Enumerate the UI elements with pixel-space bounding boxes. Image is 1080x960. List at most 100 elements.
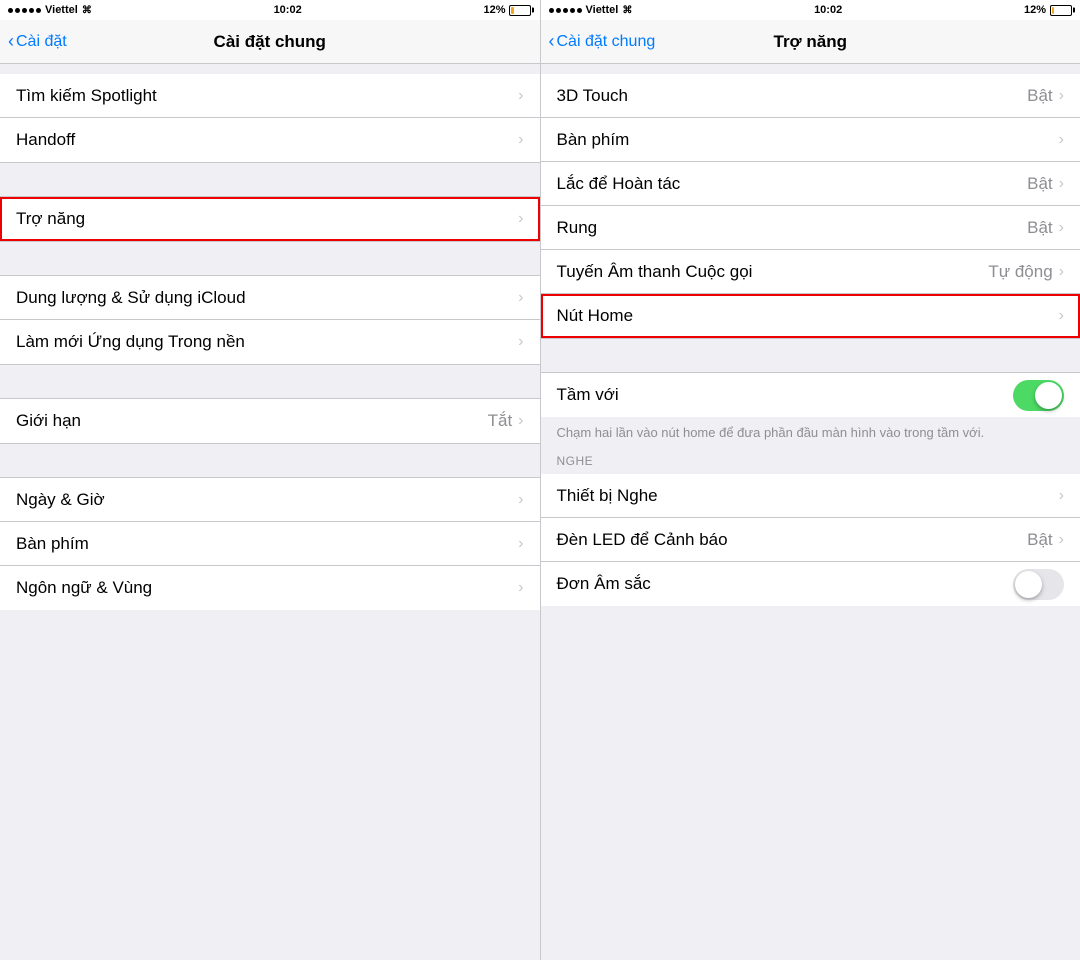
rung-label: Rung <box>557 218 1028 238</box>
right-content: 3D Touch Bật › Bàn phím › Lắc để Hoàn tá… <box>541 64 1080 960</box>
chevron-spotlight-icon: › <box>518 87 523 105</box>
row-ngon-ngu[interactable]: Ngôn ngữ & Vùng › <box>0 566 540 610</box>
handoff-label: Handoff <box>16 130 518 150</box>
lac-de-label: Lắc để Hoàn tác <box>557 174 1028 194</box>
row-3d-touch[interactable]: 3D Touch Bật › <box>541 74 1080 118</box>
gap-4 <box>0 364 540 399</box>
gap-5 <box>0 443 540 478</box>
icloud-label: Dung lượng & Sử dụng iCloud <box>16 288 518 308</box>
group-right-1: 3D Touch Bật › Bàn phím › Lắc để Hoàn tá… <box>541 74 1080 338</box>
chevron-thiet-bi-nghe-icon: › <box>1059 487 1064 505</box>
thiet-bi-nghe-label: Thiết bị Nghe <box>557 486 1059 506</box>
nut-home-label: Nút Home <box>557 306 1059 326</box>
tam-voi-helper: Chạm hai lần vào nút home để đưa phần đầ… <box>541 417 1080 448</box>
chevron-lam-moi-icon: › <box>518 333 523 351</box>
row-rung[interactable]: Rung Bật › <box>541 206 1080 250</box>
tro-nang-label: Trợ năng <box>16 209 518 229</box>
chevron-back-right-icon: ‹ <box>549 31 555 52</box>
tam-voi-label: Tầm với <box>557 385 1014 405</box>
status-bar-left: Viettel ⌘ 10:02 12% <box>0 0 540 20</box>
nav-back-label-left: Cài đặt <box>16 33 67 51</box>
ban-phim-right-label: Bàn phím <box>557 130 1059 150</box>
group-nghe: Thiết bị Nghe › Đèn LED để Cảnh báo Bật … <box>541 474 1080 606</box>
den-led-value: Bật <box>1027 530 1053 550</box>
lam-moi-label: Làm mới Ứng dụng Trong nền <box>16 332 518 352</box>
row-tam-voi[interactable]: Tầm với <box>541 373 1080 417</box>
tuyen-am-label: Tuyến Âm thanh Cuộc gọi <box>557 262 989 282</box>
row-lac-de[interactable]: Lắc để Hoàn tác Bật › <box>541 162 1080 206</box>
group-spotlight-handoff: Tìm kiếm Spotlight › Handoff › <box>0 74 540 162</box>
nav-title-left: Cài đặt chung <box>214 32 326 52</box>
don-am-sac-toggle[interactable] <box>1013 569 1064 600</box>
nav-title-right: Trợ năng <box>774 32 847 52</box>
lac-de-value: Bật <box>1027 174 1053 194</box>
row-ngay-gio[interactable]: Ngày & Giờ › <box>0 478 540 522</box>
row-spotlight[interactable]: Tìm kiếm Spotlight › <box>0 74 540 118</box>
right-gap-2 <box>541 338 1080 373</box>
gioi-han-value: Tắt <box>488 411 513 431</box>
signal-icon-right <box>549 8 582 13</box>
group-gioi-han: Giới hạn Tắt › <box>0 399 540 443</box>
battery-pct-left: 12% <box>483 4 505 16</box>
chevron-rung-icon: › <box>1059 219 1064 237</box>
toggle-knob <box>1035 382 1062 409</box>
carrier-left: Viettel <box>45 4 78 16</box>
status-right-left: 12% <box>483 4 531 16</box>
nav-back-left[interactable]: ‹ Cài đặt <box>8 31 67 52</box>
row-lam-moi[interactable]: Làm mới Ứng dụng Trong nền › <box>0 320 540 364</box>
tam-voi-toggle[interactable] <box>1013 380 1064 411</box>
row-thiet-bi-nghe[interactable]: Thiết bị Nghe › <box>541 474 1080 518</box>
right-panel: Viettel ⌘ 10:02 12% ‹ Cài đặt chung Trợ … <box>541 0 1080 960</box>
nav-back-label-right: Cài đặt chung <box>557 33 656 51</box>
row-ban-phim-left[interactable]: Bàn phím › <box>0 522 540 566</box>
group-icloud: Dung lượng & Sử dụng iCloud › Làm mới Ứn… <box>0 276 540 364</box>
time-right: 10:02 <box>814 4 842 16</box>
status-left: Viettel ⌘ <box>8 4 92 16</box>
ban-phim-left-label: Bàn phím <box>16 534 518 554</box>
chevron-gioi-han-icon: › <box>518 412 523 430</box>
gioi-han-label: Giới hạn <box>16 411 488 431</box>
time-left: 10:02 <box>274 4 302 16</box>
ngay-gio-label: Ngày & Giờ <box>16 490 518 510</box>
signal-icon <box>8 8 41 13</box>
gap-2 <box>0 162 540 197</box>
status-right-right: 12% <box>1024 4 1072 16</box>
group-tam-voi: Tầm với <box>541 373 1080 417</box>
den-led-label: Đèn LED để Cảnh báo <box>557 530 1028 550</box>
row-tro-nang[interactable]: Trợ năng › <box>0 197 540 241</box>
gap-3 <box>0 241 540 276</box>
3d-touch-label: 3D Touch <box>557 86 1028 106</box>
spotlight-label: Tìm kiếm Spotlight <box>16 86 518 106</box>
battery-icon-left <box>509 5 531 16</box>
row-gioi-han[interactable]: Giới hạn Tắt › <box>0 399 540 443</box>
3d-touch-value: Bật <box>1027 86 1053 106</box>
chevron-ban-phim-right-icon: › <box>1059 131 1064 149</box>
toggle-knob-off <box>1015 571 1042 598</box>
chevron-icloud-icon: › <box>518 289 523 307</box>
battery-icon-right <box>1050 5 1072 16</box>
chevron-ngay-gio-icon: › <box>518 491 523 509</box>
row-ban-phim-right[interactable]: Bàn phím › <box>541 118 1080 162</box>
row-tuyen-am[interactable]: Tuyến Âm thanh Cuộc gọi Tự động › <box>541 250 1080 294</box>
rung-value: Bật <box>1027 218 1053 238</box>
row-handoff[interactable]: Handoff › <box>0 118 540 162</box>
right-gap-1 <box>541 64 1080 74</box>
chevron-den-led-icon: › <box>1059 531 1064 549</box>
chevron-tuyen-am-icon: › <box>1059 263 1064 281</box>
nav-back-right[interactable]: ‹ Cài đặt chung <box>549 31 656 52</box>
wifi-icon-right: ⌘ <box>622 5 632 16</box>
chevron-tro-nang-icon: › <box>518 210 523 228</box>
gap-1 <box>0 64 540 74</box>
row-nut-home[interactable]: Nút Home › <box>541 294 1080 338</box>
row-icloud[interactable]: Dung lượng & Sử dụng iCloud › <box>0 276 540 320</box>
ngon-ngu-label: Ngôn ngữ & Vùng <box>16 578 518 598</box>
chevron-3d-touch-icon: › <box>1059 87 1064 105</box>
tuyen-am-value: Tự động <box>988 262 1052 282</box>
row-den-led[interactable]: Đèn LED để Cảnh báo Bật › <box>541 518 1080 562</box>
chevron-nut-home-icon: › <box>1059 307 1064 325</box>
group-tro-nang: Trợ năng › <box>0 197 540 241</box>
chevron-back-left-icon: ‹ <box>8 31 14 52</box>
chevron-lac-de-icon: › <box>1059 175 1064 193</box>
row-don-am-sac[interactable]: Đơn Âm sắc <box>541 562 1080 606</box>
don-am-sac-label: Đơn Âm sắc <box>557 574 1014 594</box>
